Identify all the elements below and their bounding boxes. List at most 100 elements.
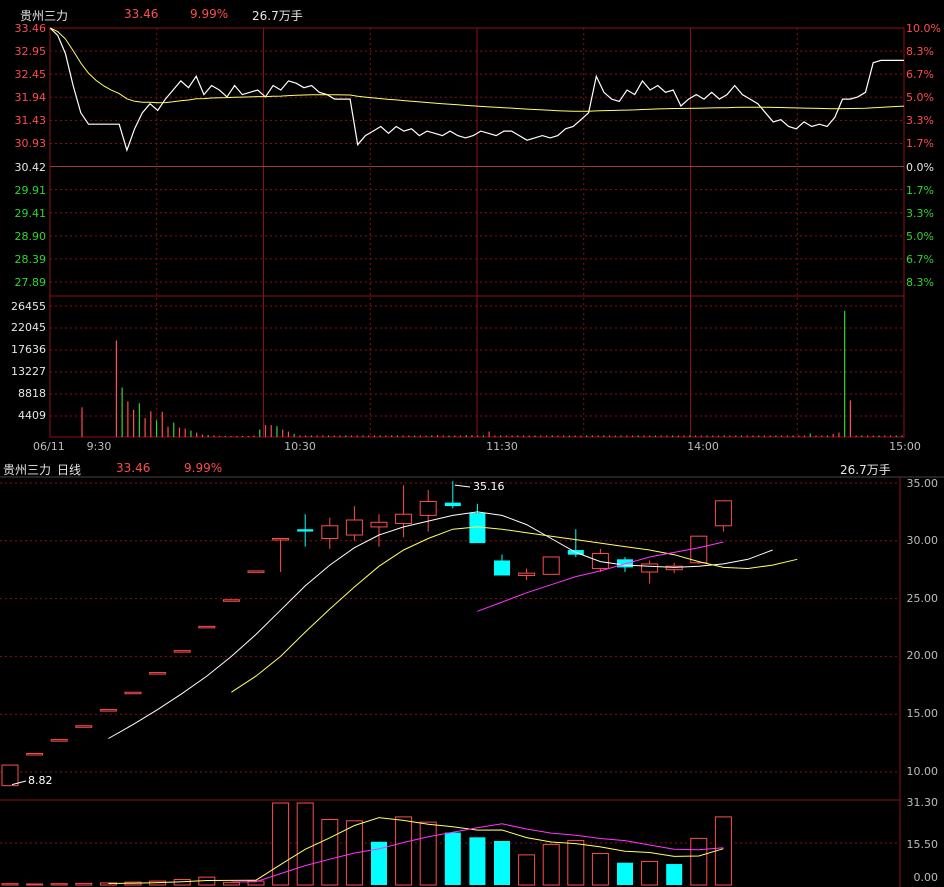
volume-label: 4409 [18,409,46,422]
candle-body [297,529,314,532]
volume-label: 13227 [11,365,46,378]
time-label: 10:30 [284,440,316,453]
volume-bar [1,883,19,886]
volume-bar [222,881,240,886]
price-label: 30.93 [14,137,47,150]
percent-label: 1.7% [906,184,934,197]
percent-label: 8.3% [906,276,934,289]
percent-label: 3.3% [906,207,934,220]
volume-bar [371,841,387,885]
volume-bar [444,832,461,885]
volume-bar [321,819,339,886]
volume-bar [591,853,609,886]
candle-body [50,739,68,742]
price-label: 33.46 [14,22,47,35]
percent-label: 1.7% [906,137,934,150]
percent-label: 5.0% [906,91,934,104]
volume-label: 26455 [11,300,46,313]
time-label: 11:30 [486,440,518,453]
daily-volume-chart [1,802,732,886]
volume-bar [494,840,510,885]
volume-bar [75,882,93,886]
price-label: 29.91 [14,184,47,197]
daily-price-label: 25.00 [906,592,939,605]
candle-body [124,691,142,695]
volume-bar [567,839,585,886]
volume-bar [542,843,560,886]
candle-body [149,672,167,675]
candle-body [198,625,216,629]
daily-price-label: 10.00 [906,765,939,778]
price-label: 32.45 [14,68,47,81]
price-label: 28.39 [14,253,47,266]
volume-bar [469,837,486,885]
candle-body [714,500,732,527]
price-label: 31.94 [14,91,47,104]
time-label: 15:00 [889,440,921,453]
price-label: 31.43 [14,114,47,127]
volume-bar [50,883,68,886]
candle-body [518,572,536,576]
price-label: 30.42 [14,161,47,174]
price-label: 32.95 [14,45,47,58]
candle-body [345,519,363,536]
volume-bar [419,821,437,886]
date-label: 06/11 [33,440,65,453]
daily-change: 9.99% [184,461,223,475]
candle-body [395,513,413,524]
grid-layer [0,27,944,887]
candle-body [1,764,19,787]
percent-label: 3.3% [906,114,934,127]
price-label: 28.90 [14,230,47,243]
volume-bar [518,854,536,886]
candle-body [690,535,708,564]
daily-price-label: 15.00 [906,707,939,720]
daily-volume-label: 0.00 [913,871,939,884]
volume-bar [272,802,290,886]
candle-body [494,560,510,576]
volume-label: 22045 [11,321,46,334]
percent-label: 5.0% [906,230,934,243]
chart-canvas[interactable] [0,0,944,887]
candle-body [542,556,560,575]
percent-label: 8.3% [906,45,934,58]
volume-bar [26,883,44,886]
high-price-marker: 35.16 [473,480,505,493]
candle-body [173,650,191,653]
candle-body [75,725,93,728]
period-label[interactable]: 日线 [57,461,81,478]
high-marker-pointer [454,484,471,488]
candle-body [26,753,44,756]
daily-kline-chart [1,481,798,787]
time-label: 14:00 [687,440,719,453]
volume-bar [617,862,633,885]
volume-bar [296,802,314,886]
candle-body [444,502,461,507]
percent-label: 10.0% [906,22,941,35]
candle-body [247,570,265,573]
daily-stock-name[interactable]: 贵州三力 [3,461,51,478]
ma5-line [108,511,773,739]
percent-label: 6.7% [906,68,934,81]
candle-body [591,553,609,570]
daily-price-label: 35.00 [906,477,939,490]
ma10-line [231,526,798,693]
daily-price-label: 30.00 [906,534,939,547]
daily-volume: 26.7万手 [840,463,891,477]
candle-body [222,599,240,602]
candle-body [419,500,437,516]
volume-label: 8818 [18,387,46,400]
daily-price: 33.46 [116,461,151,475]
volume-bar [714,816,732,886]
daily-volume-label: 31.30 [906,796,939,809]
candle-body [272,537,290,541]
daily-volume-label: 15.50 [906,838,939,851]
candle-body [99,709,117,712]
daily-price-label: 20.00 [906,649,939,662]
volume-bar [690,837,708,886]
candle-body [641,563,659,573]
intraday-volume-chart [81,310,903,437]
candle-body [469,513,486,544]
candle-body [617,559,633,568]
percent-label: 6.7% [906,253,934,266]
